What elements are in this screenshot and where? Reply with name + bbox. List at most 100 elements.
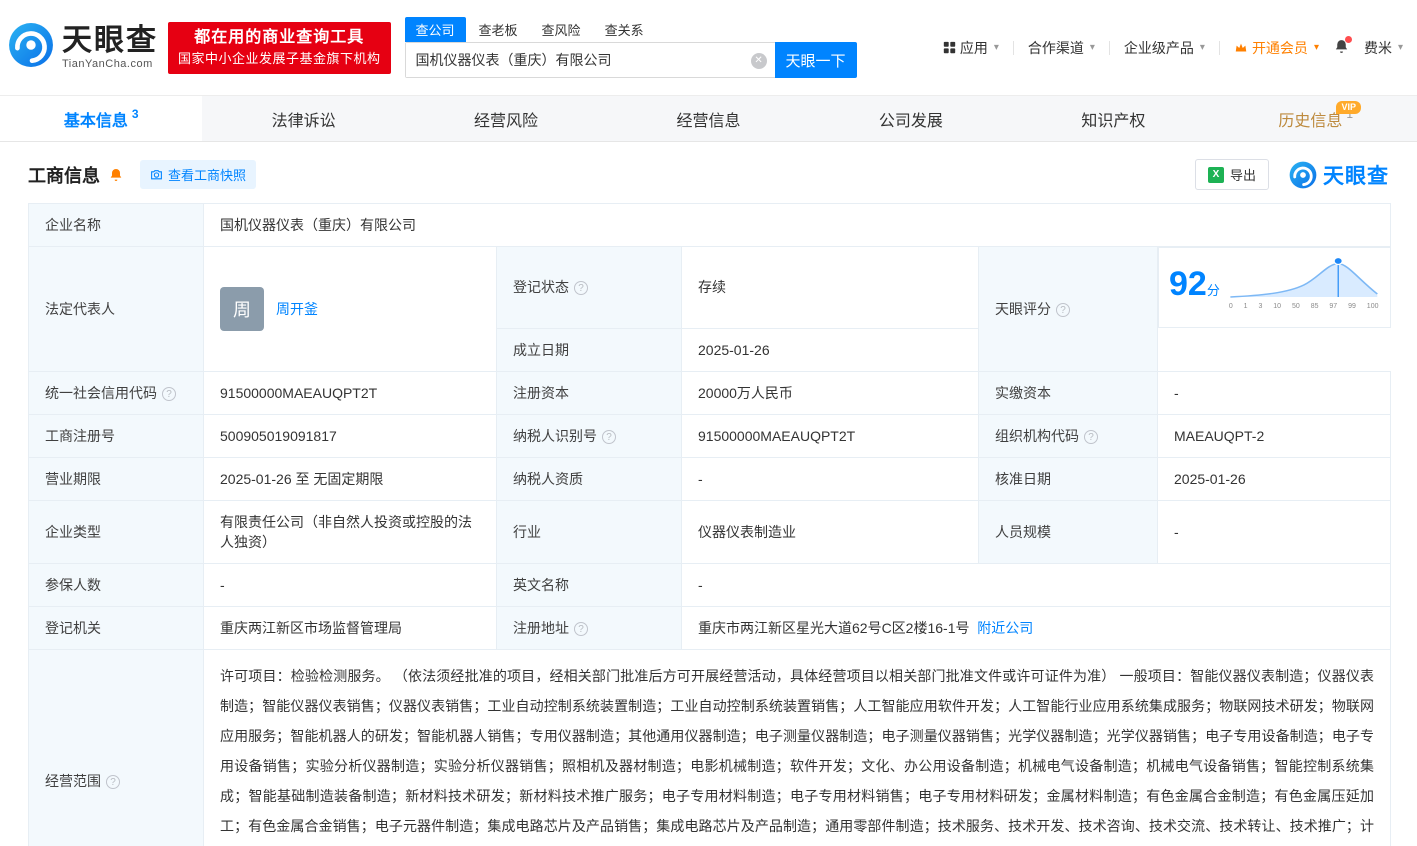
monitor-bell-icon[interactable] [108,167,124,183]
table-row: 营业期限 2025-01-26 至 无固定期限 纳税人资质 - 核准日期 202… [28,456,1392,501]
export-button[interactable]: 导出 [1194,159,1269,190]
nav-open-vip[interactable]: 开通会员 [1234,38,1319,58]
business-term-value: 2025-01-26 至 无固定期限 [203,456,497,501]
score-value: 92分 [1169,254,1220,321]
page-tabs: 基本信息 3 法律诉讼 经营风险 经营信息 公司发展 知识产权 历史信息 1 V… [0,95,1417,142]
excel-icon [1207,166,1224,183]
help-icon[interactable] [574,621,588,636]
taxpayer-id-label-text: 纳税人识别号 [513,427,597,444]
nav-enterprise-label: 企业级产品 [1123,39,1194,56]
business-scope-label-text: 经营范围 [45,772,101,789]
tab-operation-risk[interactable]: 经营风险 [405,96,607,141]
tab-history-info-label: 历史信息 [1278,112,1343,130]
tab-basic-info[interactable]: 基本信息 3 [0,96,203,141]
notification-dot [1344,35,1352,43]
search-button[interactable]: 天眼一下 [774,42,857,78]
nav-separator [1108,40,1110,55]
camera-icon [151,170,162,180]
business-scope-label: 经营范围 [28,648,204,846]
search-tab-risk[interactable]: 查风险 [531,17,592,42]
reg-status-value: 存续 [681,246,979,329]
business-info-table: 企业名称 国机仪器仪表（重庆）有限公司 法定代表人 周 周开釜 登记状态 存续 … [28,203,1392,846]
legal-rep-link[interactable]: 周开釜 [276,299,318,319]
snapshot-button[interactable]: 查看工商快照 [140,160,257,189]
org-code-label: 组织机构代码 [978,413,1158,458]
table-row: 企业名称 国机仪器仪表（重庆）有限公司 [28,203,1392,247]
tab-company-development[interactable]: 公司发展 [810,96,1012,141]
nav-open-vip-label: 开通会员 [1251,39,1308,56]
watermark-brand-name: 天眼查 [1323,164,1389,188]
help-icon[interactable] [1084,429,1098,444]
slogan-line2: 国家中小企业发展子基金旗下机构 [178,50,381,66]
english-name-value: - [680,562,1392,607]
score-curve-icon [1230,256,1378,298]
nav-separator [1218,40,1220,55]
establish-date-label: 成立日期 [496,327,682,372]
search-tabs: 查公司 查老板 查风险 查关系 [404,17,857,42]
slogan-banner: 都在用的商业查询工具 国家中小企业发展子基金旗下机构 [168,21,391,74]
top-nav: 应用 合作渠道 企业级产品 开通会员 费米 [943,35,1403,58]
table-row: 法定代表人 周 周开釜 登记状态 存续 天眼评分 92分 [28,246,1391,372]
business-term-label: 营业期限 [28,456,204,501]
reg-number-value: 500905019091817 [203,413,497,458]
search-input[interactable] [405,43,775,77]
tab-intellectual-property-label: 知识产权 [1081,112,1146,130]
reg-authority-value: 重庆两江新区市场监督管理局 [203,605,497,650]
staff-size-value: - [1156,499,1392,564]
tab-company-development-label: 公司发展 [878,112,943,130]
section-title: 工商信息 [28,165,100,186]
table-row: 登记机关 重庆两江新区市场监督管理局 注册地址 重庆市两江新区星光大道62号C区… [28,605,1392,650]
tab-operation-info[interactable]: 经营信息 [607,96,809,141]
section-header: 工商信息 查看工商快照 导出 天眼查 [28,159,1389,190]
nearby-companies-link[interactable]: 附近公司 [977,620,1033,636]
credit-code-label-text: 统一社会信用代码 [45,384,157,401]
taxpayer-id-value: 91500000MAEAUQPT2T [681,413,979,458]
reg-address-label: 注册地址 [496,605,682,650]
score-axis-ticks: 0 1 3 10 50 85 97 99 100 [1228,303,1379,310]
tab-intellectual-property[interactable]: 知识产权 [1012,96,1214,141]
table-row: 参保人数 - 英文名称 - [28,562,1392,607]
org-code-value: MAEAUQPT-2 [1156,413,1392,458]
tab-history-info[interactable]: 历史信息 1 VIP [1215,96,1417,141]
company-name-value: 国机仪器仪表（重庆）有限公司 [202,203,1392,247]
nav-user[interactable]: 费米 [1364,38,1403,58]
industry-value: 仪器仪表制造业 [681,499,979,564]
help-icon[interactable] [1056,302,1070,317]
score-number: 92 [1169,265,1207,303]
help-icon[interactable] [574,281,588,296]
reg-authority-label: 登记机关 [28,605,204,650]
legal-rep-label: 法定代表人 [28,246,204,372]
tab-legal-litigation-label: 法律诉讼 [271,112,336,130]
reg-address-value: 重庆市两江新区星光大道62号C区2楼16-1号 附近公司 [680,605,1392,650]
help-icon[interactable] [602,429,616,444]
company-type-value: 有限责任公司（非自然人投资或控股的法人独资） [203,499,497,564]
export-button-label: 导出 [1229,168,1256,183]
search-tab-boss[interactable]: 查老板 [468,17,529,42]
search-tab-relation[interactable]: 查关系 [594,17,655,42]
score-label-text: 天眼评分 [995,300,1051,317]
tianyancha-logo[interactable]: 天眼查 TianYanCha.com [8,22,158,73]
reg-address-label-text: 注册地址 [513,619,569,636]
nav-apps[interactable]: 应用 [943,38,999,58]
tab-basic-info-label: 基本信息 [63,112,128,130]
table-row: 企业类型 有限责任公司（非自然人投资或控股的法人独资） 行业 仪器仪表制造业 人… [28,499,1392,564]
clear-search-icon[interactable] [750,53,767,69]
grid-icon [943,41,956,54]
tab-basic-info-count: 3 [131,106,139,121]
insured-label: 参保人数 [28,562,204,607]
legal-rep-avatar[interactable]: 周 [220,286,264,331]
nav-user-label: 费米 [1363,39,1392,56]
nav-enterprise-products[interactable]: 企业级产品 [1124,38,1205,58]
search-tab-company[interactable]: 查公司 [404,17,466,42]
tab-operation-info-label: 经营信息 [676,112,741,130]
help-icon[interactable] [106,774,120,789]
table-row: 统一社会信用代码 91500000MAEAUQPT2T 注册资本 20000万人… [28,370,1392,415]
help-icon[interactable] [162,386,176,401]
business-scope-text: 许可项目：检验检测服务。 （依法须经批准的项目，经相关部门批准后方可开展经营活动… [220,667,1375,834]
snapshot-button-label: 查看工商快照 [168,168,247,183]
tab-legal-litigation[interactable]: 法律诉讼 [202,96,404,141]
nav-cooperation[interactable]: 合作渠道 [1028,38,1095,58]
notification-bell-icon[interactable] [1333,35,1352,58]
paid-capital-value: - [1156,370,1392,415]
taxpayer-quality-label: 纳税人资质 [496,456,682,501]
